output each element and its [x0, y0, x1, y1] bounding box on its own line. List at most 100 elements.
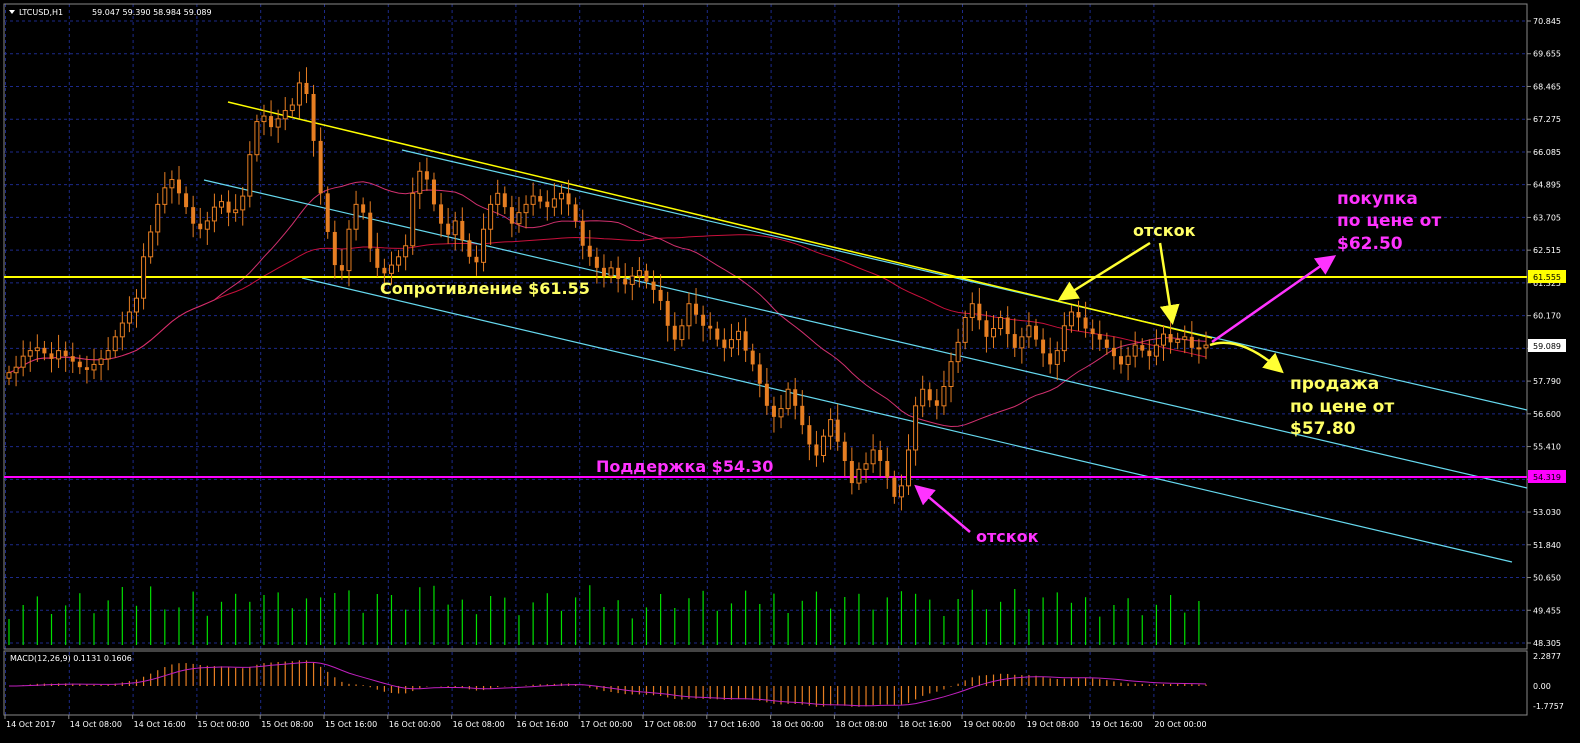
candle-body	[198, 223, 203, 230]
candle-body	[431, 179, 436, 205]
candle-body	[941, 386, 947, 407]
candle-body	[835, 419, 840, 442]
bounce-bottom-annotation: отскок	[976, 527, 1039, 546]
candle-body	[998, 317, 1004, 330]
candle-body	[1026, 325, 1032, 338]
candle-body	[275, 118, 281, 128]
macd-tick-label: 2.2877	[1533, 652, 1561, 661]
candle-body	[962, 317, 968, 343]
candle-body	[1104, 339, 1109, 348]
candle-body	[728, 339, 734, 349]
time-tick-label: 18 Oct 08:00	[835, 720, 887, 729]
candle-body	[934, 400, 939, 406]
bounce-top-annotation: отскок	[1133, 221, 1196, 240]
price-tick-label: 67.275	[1533, 115, 1561, 124]
time-tick-label: 14 Oct 08:00	[70, 720, 122, 729]
time-tick-label: 19 Oct 16:00	[1091, 720, 1143, 729]
time-tick-label: 16 Oct 08:00	[453, 720, 505, 729]
candle-body	[368, 212, 373, 249]
price-tick-label: 51.840	[1533, 541, 1561, 550]
candle-body	[162, 187, 168, 205]
candle-body	[778, 408, 784, 418]
time-tick-label: 18 Oct 16:00	[899, 720, 951, 729]
candle-body	[233, 209, 239, 214]
price-chart[interactable]: 70.845 69.655 68.465 67.275 66.085 64.895 63.7…	[0, 0, 1580, 743]
candle-body	[27, 350, 33, 357]
candle-body	[636, 270, 642, 277]
candle-body	[304, 82, 309, 94]
candle-body	[1034, 325, 1039, 340]
price-tick-label: 49.455	[1533, 606, 1561, 615]
candle-body	[807, 425, 812, 445]
macd-tick-label: 0.00	[1533, 682, 1551, 691]
candle-body	[1119, 356, 1124, 365]
time-tick-label: 19 Oct 00:00	[963, 720, 1015, 729]
candle-body	[240, 195, 246, 211]
candle-body	[204, 220, 210, 230]
candle-body	[927, 389, 932, 401]
candle-body	[870, 449, 876, 465]
candle-body	[1161, 333, 1167, 346]
candle-body	[155, 203, 161, 233]
candle-body	[885, 461, 890, 478]
candle-body	[218, 201, 224, 208]
candle-body	[686, 303, 692, 327]
buy-annotation-line1: покупка	[1337, 189, 1418, 209]
candle-body	[63, 350, 68, 357]
candle-body	[1068, 311, 1074, 327]
candle-body	[764, 383, 769, 406]
time-tick-label: 15 Oct 16:00	[325, 720, 377, 729]
candle-body	[126, 311, 132, 324]
time-tick-label: 14 Oct 2017	[6, 720, 55, 729]
current-price-tag-text: 59.089	[1533, 342, 1561, 351]
candle-body	[651, 281, 656, 290]
buy-annotation-line3: $62.50	[1337, 234, 1403, 254]
candle-body	[133, 297, 139, 313]
candle-body	[325, 193, 330, 232]
candle-body	[538, 196, 543, 202]
candle-body	[176, 179, 181, 194]
candle-body	[892, 477, 897, 497]
candle-body	[353, 203, 359, 230]
candle-body	[1175, 339, 1181, 343]
candle-body	[736, 330, 742, 341]
price-tick-label: 56.600	[1533, 410, 1561, 419]
price-tick-label: 69.655	[1533, 50, 1561, 59]
candle-body	[785, 388, 791, 410]
candle-body	[452, 220, 458, 236]
candle-body	[34, 347, 40, 352]
candle-body	[84, 367, 89, 370]
candle-body	[1147, 350, 1152, 357]
candle-body	[254, 121, 260, 156]
candle-body	[878, 449, 883, 462]
candle-body	[282, 110, 288, 120]
candle-body	[977, 303, 982, 321]
resistance-annotation: Сопротивление $61.55	[380, 279, 590, 298]
candle-body	[955, 341, 961, 363]
candle-body	[148, 231, 154, 258]
time-tick-label: 18 Oct 00:00	[772, 720, 824, 729]
sell-annotation-line1: продажа	[1290, 374, 1379, 394]
candle-body	[623, 278, 628, 285]
sell-annotation-line2: по цене от	[1290, 397, 1394, 417]
candle-body	[750, 350, 755, 365]
candle-body	[821, 435, 827, 456]
candle-body	[800, 405, 805, 426]
candle-body	[119, 322, 125, 338]
candle-body	[722, 339, 727, 348]
time-tick-label: 20 Oct 00:00	[1154, 720, 1206, 729]
candle-body	[580, 220, 585, 246]
candle-body	[771, 405, 776, 417]
candle-body	[1153, 344, 1159, 357]
candle-body	[587, 245, 592, 257]
candle-body	[20, 355, 26, 368]
candle-body	[523, 203, 529, 214]
candle-body	[530, 195, 536, 205]
price-tick-label: 64.895	[1533, 181, 1561, 190]
candle-body	[410, 192, 416, 247]
candle-body	[1041, 339, 1046, 354]
candle-body	[629, 275, 635, 285]
candle-body	[757, 364, 762, 384]
candle-body	[141, 256, 147, 299]
candle-body	[984, 320, 989, 337]
